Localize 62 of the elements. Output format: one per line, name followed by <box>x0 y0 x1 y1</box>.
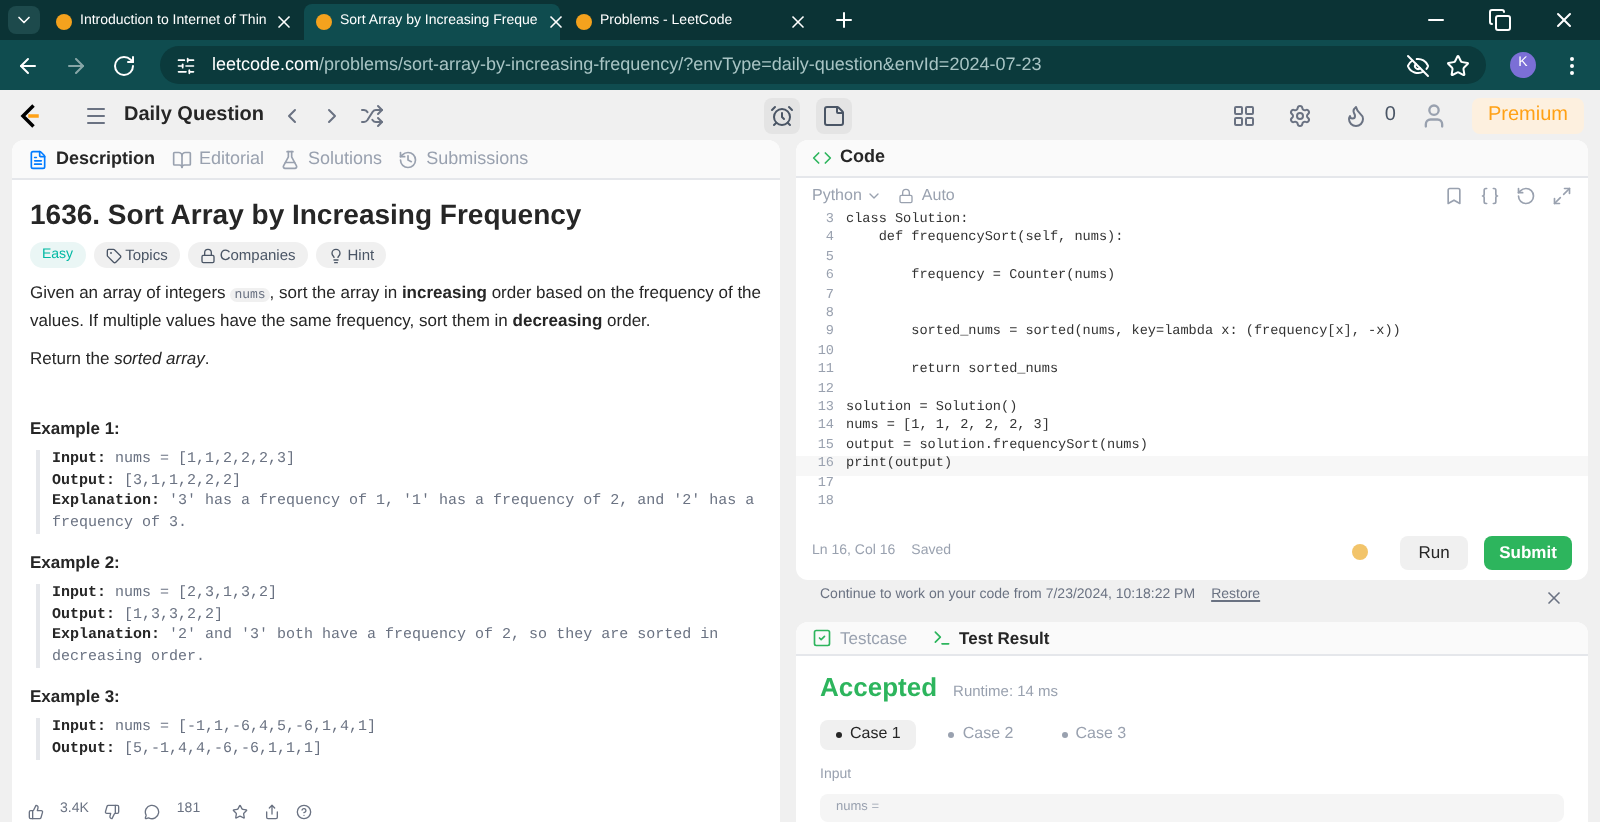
site-info-icon <box>176 55 196 75</box>
url-text: leetcode.com/problems/sort-array-by-increasing-frequency/?envType=daily-question&envId=2024-07-23 <box>212 51 1044 78</box>
tab-icon <box>398 149 419 169</box>
flame-icon <box>1344 103 1369 127</box>
logo-icon[interactable] <box>16 101 44 129</box>
comment-icon[interactable] <box>144 803 161 819</box>
panel-tab[interactable]: Description <box>28 145 156 173</box>
close-icon[interactable] <box>274 12 295 32</box>
note-icon <box>822 103 847 127</box>
format-icon[interactable] <box>1480 185 1500 205</box>
code-icon <box>812 148 832 168</box>
timer-button[interactable] <box>764 97 801 133</box>
star-icon[interactable] <box>232 803 249 819</box>
streak-count: 0 <box>1384 102 1396 130</box>
case-tab[interactable]: Case 1 <box>820 719 917 749</box>
example-heading: Example 1: <box>30 416 122 442</box>
grid-icon[interactable] <box>1232 103 1257 127</box>
dislike-icon[interactable] <box>104 803 121 819</box>
problem-title: 1636. Sort Array by Increasing Frequency <box>30 196 584 232</box>
shuffle-icon[interactable] <box>360 103 385 127</box>
tag-icon <box>327 247 344 263</box>
bookmark-icon[interactable] <box>1444 185 1464 205</box>
status-text: Accepted <box>820 670 938 706</box>
tag-icon <box>199 247 216 263</box>
run-button[interactable]: Run <box>1400 535 1468 569</box>
restore-icon[interactable] <box>1488 8 1512 32</box>
panel-title: Code <box>840 144 885 171</box>
close-icon[interactable] <box>1552 8 1576 32</box>
lock-icon <box>897 187 914 203</box>
site-favicon <box>576 14 592 30</box>
bookmark-star-icon[interactable] <box>1446 53 1470 77</box>
return-text: Return the sorted array. <box>30 346 212 372</box>
share-icon[interactable] <box>264 803 281 819</box>
new-tab-icon[interactable] <box>832 8 856 32</box>
back-icon[interactable] <box>16 53 40 77</box>
mode-label: Auto <box>921 183 955 207</box>
result-tab[interactable]: Test Result <box>931 625 1050 651</box>
tab-icon <box>28 149 48 169</box>
help-icon[interactable] <box>296 803 313 819</box>
site-favicon <box>56 14 72 30</box>
close-icon[interactable] <box>545 12 566 32</box>
close-icon[interactable] <box>788 12 808 32</box>
daily-question-link[interactable]: Daily Question <box>124 100 265 130</box>
example-heading: Example 2: <box>30 550 122 576</box>
tab-icon <box>171 149 192 169</box>
tab-list-button[interactable] <box>8 6 40 34</box>
example-heading: Example 3: <box>30 684 122 710</box>
tab-icon <box>280 149 301 169</box>
tab-icon <box>931 628 952 648</box>
reset-icon[interactable] <box>1516 185 1536 205</box>
list-icon[interactable] <box>84 103 108 127</box>
notes-button[interactable] <box>816 97 853 133</box>
settings-icon[interactable] <box>1288 103 1313 127</box>
tag-icon <box>105 247 122 263</box>
reload-icon[interactable] <box>112 53 136 77</box>
tab-icon <box>812 628 832 648</box>
expand-icon[interactable] <box>1552 185 1572 205</box>
site-favicon <box>316 14 332 30</box>
eye-off-icon[interactable] <box>1406 53 1430 77</box>
like-icon[interactable] <box>28 803 44 819</box>
address-bar[interactable]: leetcode.com/problems/sort-array-by-increasing-frequency/?envType=daily-question&envId=2024-07-23 <box>160 46 1486 84</box>
alarm-clock-icon <box>770 103 795 127</box>
